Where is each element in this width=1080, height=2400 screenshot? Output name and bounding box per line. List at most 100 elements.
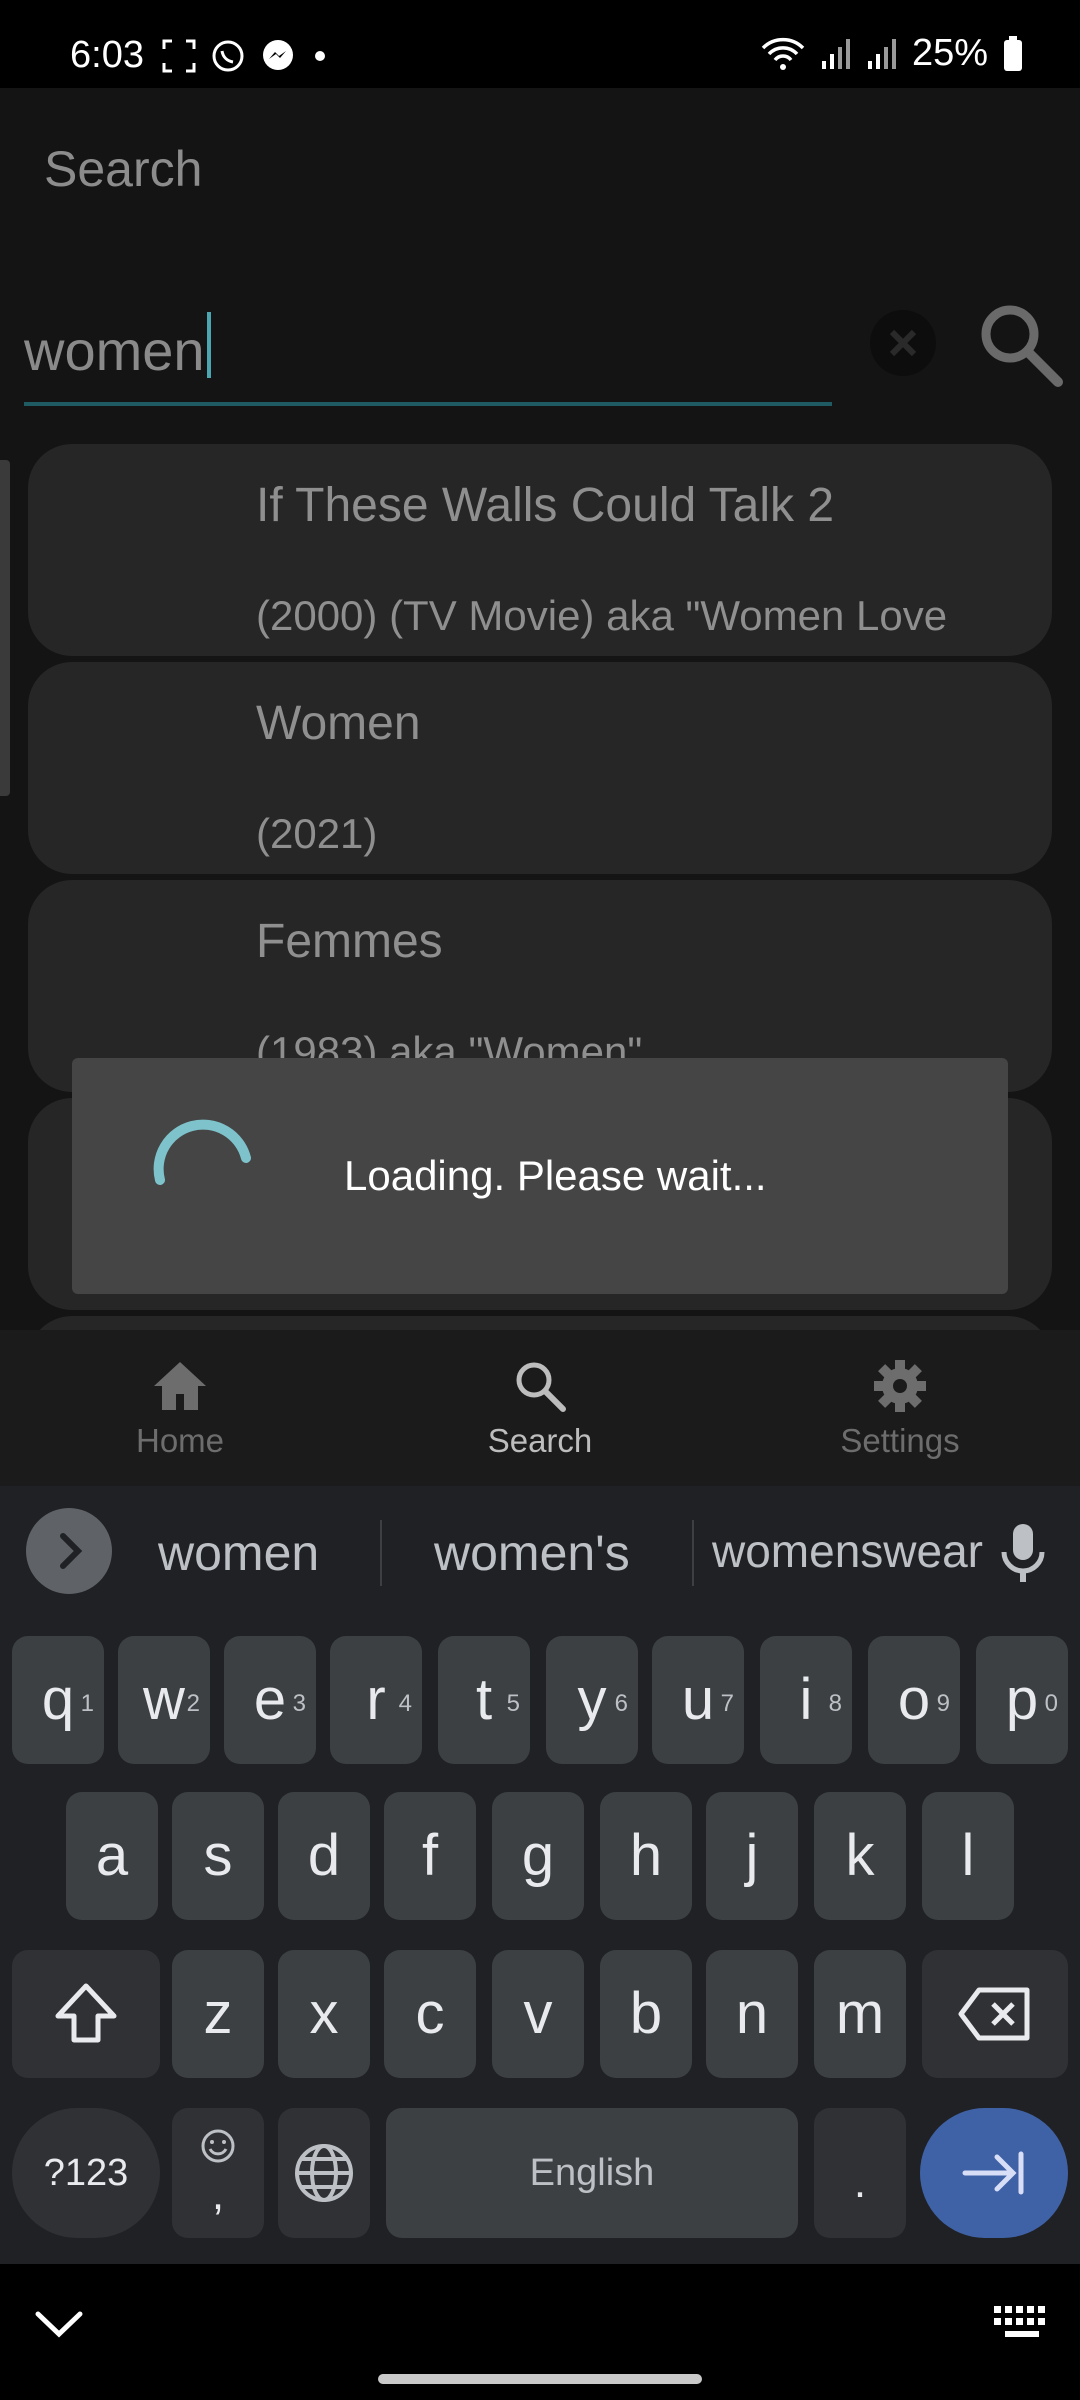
home-gesture-pill[interactable] (378, 2374, 702, 2384)
key-p-hint: 0 (1044, 1690, 1058, 1717)
suggestion-2[interactable]: women's (434, 1524, 630, 1582)
gear-icon (874, 1360, 926, 1412)
search-icon (981, 305, 1063, 387)
key-t-hint: 5 (506, 1690, 520, 1717)
signal-icon (821, 38, 850, 69)
status-right: 25% (760, 32, 1024, 75)
key-k[interactable]: k (814, 1792, 906, 1920)
dot-icon (315, 51, 325, 61)
key-o-hint: 9 (936, 1690, 950, 1717)
key-e-hint: 3 (292, 1690, 306, 1717)
key-p[interactable]: p0 (976, 1636, 1068, 1764)
status-bar: 6:03 25% (0, 0, 1080, 88)
chevron-right-icon (60, 1533, 83, 1569)
key-c[interactable]: c (384, 1950, 476, 2078)
search-button[interactable] (972, 296, 1068, 392)
key-i[interactable]: i8 (760, 1636, 852, 1764)
key-h[interactable]: h (600, 1792, 692, 1920)
key-b[interactable]: b (600, 1950, 692, 2078)
key-s[interactable]: s (172, 1792, 264, 1920)
bottom-navigation: Home Search Settings (0, 1330, 1080, 1486)
key-w[interactable]: w2 (118, 1636, 210, 1764)
key-a[interactable]: a (66, 1792, 158, 1920)
search-underline (24, 402, 832, 406)
chevron-down-icon[interactable] (34, 2308, 84, 2338)
list-item[interactable]: Women (2021) (28, 662, 1052, 874)
shift-key[interactable] (12, 1950, 160, 2078)
key-n[interactable]: n (706, 1950, 798, 2078)
suggestion-3[interactable]: womenswear (712, 1524, 983, 1578)
loading-spinner-icon (153, 1119, 251, 1185)
space-key[interactable]: English (386, 2108, 798, 2238)
signal-icon-2 (867, 38, 896, 69)
suggestion-divider (380, 1520, 382, 1586)
expand-toolbar-button[interactable] (26, 1508, 112, 1594)
key-j[interactable]: j (706, 1792, 798, 1920)
whatsapp-icon (212, 40, 244, 72)
key-u[interactable]: u7 (652, 1636, 744, 1764)
system-navigation-bar (0, 2264, 1080, 2400)
battery-icon (1004, 35, 1022, 71)
list-item[interactable] (28, 1316, 1052, 1330)
key-i-label: i (799, 1667, 813, 1732)
key-d[interactable]: d (278, 1792, 370, 1920)
enter-key[interactable] (920, 2108, 1068, 2238)
search-input-value: women (24, 319, 205, 382)
key-u-label: u (681, 1667, 715, 1732)
nav-settings[interactable]: Settings (790, 1358, 1010, 1460)
screenshot-icon (162, 39, 196, 73)
key-y-label: y (577, 1667, 607, 1732)
search-input[interactable]: women (24, 312, 211, 383)
nav-home[interactable]: Home (70, 1358, 290, 1460)
key-x[interactable]: x (278, 1950, 370, 2078)
backspace-icon (958, 1987, 1030, 2041)
home-icon (154, 1362, 206, 1410)
key-w-label: w (143, 1667, 185, 1732)
next-arrow-icon (962, 2151, 1024, 2195)
emoji-comma-key[interactable]: , (172, 2108, 264, 2238)
result-title: Women (256, 697, 421, 750)
language-key[interactable] (278, 2108, 370, 2238)
key-y[interactable]: y6 (546, 1636, 638, 1764)
loading-message: Loading. Please wait... (344, 1152, 767, 1199)
key-q-hint: 1 (80, 1690, 94, 1717)
nav-search[interactable]: Search (430, 1358, 650, 1460)
result-title: Femmes (256, 915, 443, 968)
globe-icon (295, 2144, 353, 2202)
keyboard-icon[interactable] (992, 2304, 1052, 2342)
shift-icon (55, 1983, 117, 2043)
suggestion-divider (692, 1520, 694, 1586)
key-t[interactable]: t5 (438, 1636, 530, 1764)
symbols-key[interactable]: ?123 (12, 2108, 160, 2238)
comma-label: , (211, 2170, 225, 2219)
key-z[interactable]: z (172, 1950, 264, 2078)
result-title: If These Walls Could Talk 2 (256, 479, 835, 532)
key-v[interactable]: v (492, 1950, 584, 2078)
key-w-hint: 2 (186, 1690, 200, 1717)
suggestion-1[interactable]: women (158, 1524, 319, 1582)
key-l[interactable]: l (922, 1792, 1014, 1920)
emoji-icon (201, 2129, 235, 2163)
nav-settings-label: Settings (840, 1422, 960, 1459)
key-q[interactable]: q1 (12, 1636, 104, 1764)
notification-icons (162, 38, 330, 74)
clear-search-button[interactable] (870, 310, 936, 376)
microphone-icon[interactable] (998, 1522, 1048, 1586)
key-m[interactable]: m (814, 1950, 906, 2078)
scroll-handle[interactable] (0, 460, 10, 796)
key-o[interactable]: o9 (868, 1636, 960, 1764)
key-f[interactable]: f (384, 1792, 476, 1920)
key-t-label: t (475, 1667, 493, 1732)
key-y-hint: 6 (614, 1690, 628, 1717)
key-r[interactable]: r4 (330, 1636, 422, 1764)
backspace-key[interactable] (922, 1950, 1068, 2078)
list-item[interactable]: If These Walls Could Talk 2 (2000) (TV M… (28, 444, 1052, 656)
period-key[interactable]: . (814, 2108, 906, 2238)
close-icon (889, 329, 917, 357)
search-icon (516, 1362, 566, 1412)
key-g[interactable]: g (492, 1792, 584, 1920)
soft-keyboard: women women's womenswear q1 w2 e3 r4 t5 … (0, 1486, 1080, 2264)
key-e[interactable]: e3 (224, 1636, 316, 1764)
text-caret (206, 312, 211, 378)
messenger-icon (263, 40, 293, 70)
